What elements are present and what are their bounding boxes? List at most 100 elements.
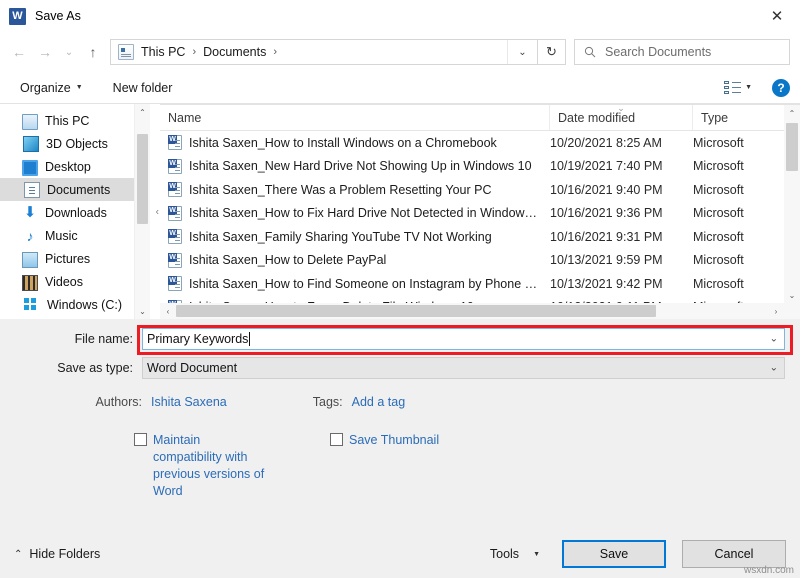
view-chevron-down-icon[interactable]: ▼ [745,84,752,91]
table-row[interactable]: Ishita Saxen_How to Find Someone on Inst… [160,272,800,296]
tags-label: Tags: [313,395,343,409]
browser-body: This PC 3D Objects Desktop Documents ⬇ D… [0,104,800,319]
scrollbar-thumb[interactable] [137,134,148,224]
forward-icon[interactable]: → [32,39,58,65]
save-thumbnail-label: Save Thumbnail [349,432,439,500]
hide-folders-label: Hide Folders [29,547,100,561]
pane-splitter[interactable]: ‹ [150,104,160,319]
authors-value[interactable]: Ishita Saxena [151,395,227,409]
hscrollbar-thumb[interactable] [176,305,656,317]
metadata-row: Authors: Ishita Saxena Tags: Add a tag [0,391,800,413]
maintain-compatibility-checkbox[interactable]: Maintain compatibility with previous ver… [134,432,265,500]
word-document-icon [168,229,182,244]
checkbox-icon[interactable] [330,433,343,446]
save-as-type-value: Word Document [147,361,237,375]
search-input[interactable]: Search Documents [605,45,711,59]
column-header-name[interactable]: Name [160,105,550,130]
chevron-down-icon: ▼ [533,551,540,558]
sidebar-label: Pictures [45,252,90,266]
sidebar-item-downloads[interactable]: ⬇ Downloads [0,201,150,224]
table-row[interactable]: Ishita Saxen_How to Fix Hard Drive Not D… [160,202,800,226]
sidebar-item-documents[interactable]: Documents [0,178,150,201]
hide-folders-button[interactable]: ⌃ Hide Folders [14,547,100,561]
file-list-horizontal-scrollbar[interactable]: ‹ › [160,303,784,319]
breadcrumb-item-this-pc[interactable]: This PC [140,45,186,59]
table-row[interactable]: Ishita Saxen_New Hard Drive Not Showing … [160,155,800,179]
sidebar-item-music[interactable]: ♪ Music [0,224,150,247]
chevron-up-icon: ⌃ [14,549,22,560]
close-icon[interactable]: ✕ [754,0,800,32]
search-icon [583,46,597,58]
table-row[interactable]: Ishita Saxen_How to Delete PayPal 10/13/… [160,249,800,273]
documents-folder-icon [118,44,134,60]
checkbox-icon[interactable] [134,433,147,446]
word-document-icon [168,276,182,291]
word-document-icon [168,159,182,174]
tools-button[interactable]: Tools ▼ [490,547,540,561]
scroll-up-icon[interactable]: ⌃ [784,105,800,121]
scrollbar-thumb[interactable] [786,123,798,171]
file-name-cell: Ishita Saxen_How to Delete PayPal [160,253,550,268]
scroll-right-icon[interactable]: › [768,307,784,316]
title-bar: W Save As ✕ [0,0,800,32]
film-icon [22,275,38,291]
save-button[interactable]: Save [562,540,666,568]
sidebar-label: Documents [47,183,110,197]
address-dropdown-icon[interactable]: ⌄ [507,40,537,64]
help-icon[interactable]: ? [772,79,790,97]
file-date: 10/13/2021 9:42 PM [550,277,693,291]
scroll-up-icon[interactable]: ⌃ [135,104,150,120]
scroll-down-icon[interactable]: ⌄ [135,303,150,319]
sidebar-item-videos[interactable]: Videos [0,270,150,293]
new-folder-button[interactable]: New folder [107,78,179,98]
file-date: 10/19/2021 7:40 PM [550,159,693,173]
documents-icon [24,182,40,198]
sidebar-item-windows-c[interactable]: Windows (C:) [0,293,150,316]
footer-actions: Tools ▼ Save Cancel [490,540,786,568]
sidebar-item-3d-objects[interactable]: 3D Objects [0,132,150,155]
table-row[interactable]: Ishita Saxen_There Was a Problem Resetti… [160,178,800,202]
sidebar-item-this-pc[interactable]: This PC [0,109,150,132]
maintain-compatibility-label: Maintain compatibility with previous ver… [153,432,265,500]
file-date: 10/16/2021 9:40 PM [550,183,693,197]
file-name-cell: Ishita Saxen_There Was a Problem Resetti… [160,182,550,197]
file-list-vertical-scrollbar[interactable]: ⌃ ⌄ [784,105,800,319]
sidebar-item-desktop[interactable]: Desktop [0,155,150,178]
recent-locations-icon[interactable]: ⌄ [58,39,80,65]
file-name-input[interactable]: Primary Keywords ⌄ [142,328,785,350]
sidebar-label: Downloads [45,206,107,220]
picture-icon [22,252,38,268]
cancel-button[interactable]: Cancel [682,540,786,568]
up-icon[interactable]: ↑ [80,39,106,65]
scroll-left-icon[interactable]: ‹ [160,307,176,316]
back-icon[interactable]: ← [6,39,32,65]
breadcrumb-item-documents[interactable]: Documents [202,45,267,59]
column-header-date-modified[interactable]: ⌄ Date modified [550,105,693,130]
organize-button[interactable]: Organize ▼ [14,78,89,98]
scroll-down-icon[interactable]: ⌄ [784,287,800,303]
word-document-icon [168,206,182,221]
refresh-icon[interactable]: ↻ [538,39,566,65]
file-rows: Ishita Saxen_How to Install Windows on a… [160,131,800,319]
file-name: Ishita Saxen_How to Install Windows on a… [189,136,497,150]
add-a-tag-link[interactable]: Add a tag [352,395,406,409]
watermark: wsxdn.com [744,565,794,576]
chevron-down-icon[interactable]: ⌄ [770,334,778,345]
command-bar: Organize ▼ New folder ▼ ? [0,72,800,104]
address-bar[interactable]: This PC › Documents › ⌄ [110,39,538,65]
save-as-type-select[interactable]: Word Document ⌄ [142,357,785,379]
chevron-down-icon[interactable]: ⌄ [770,363,778,374]
search-box[interactable]: Search Documents [574,39,790,65]
save-thumbnail-checkbox[interactable]: Save Thumbnail [330,432,439,500]
file-name-cell: Ishita Saxen_Family Sharing YouTube TV N… [160,229,550,244]
table-row[interactable]: Ishita Saxen_Family Sharing YouTube TV N… [160,225,800,249]
navigation-scrollbar[interactable]: ⌃ ⌄ [134,104,150,319]
download-arrow-icon: ⬇ [22,205,38,221]
file-name-value: Primary Keywords [147,332,248,346]
table-row[interactable]: Ishita Saxen_How to Install Windows on a… [160,131,800,155]
breadcrumb-separator: › [186,46,202,58]
view-layout-icon[interactable] [724,81,741,95]
save-form: File name: Primary Keywords ⌄ Save as ty… [0,319,800,530]
breadcrumb-separator-end: › [267,46,283,58]
sidebar-item-pictures[interactable]: Pictures [0,247,150,270]
